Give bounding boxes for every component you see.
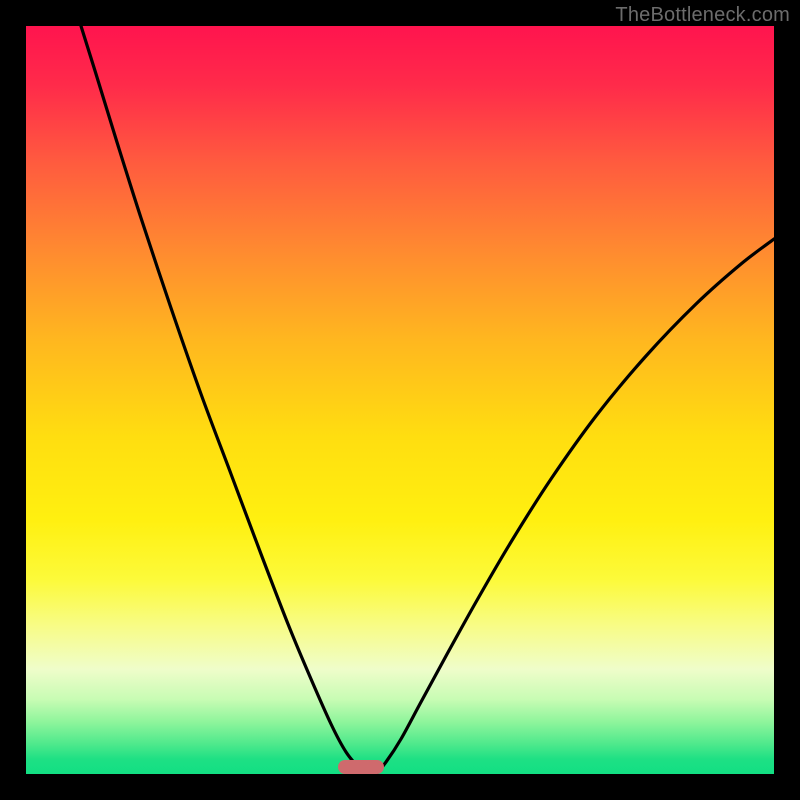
left-curve [81,26,366,774]
curves-svg [26,26,774,774]
baseline-marker [338,760,384,774]
plot-area [26,26,774,774]
right-curve [376,239,774,774]
watermark-text: TheBottleneck.com [615,4,790,27]
